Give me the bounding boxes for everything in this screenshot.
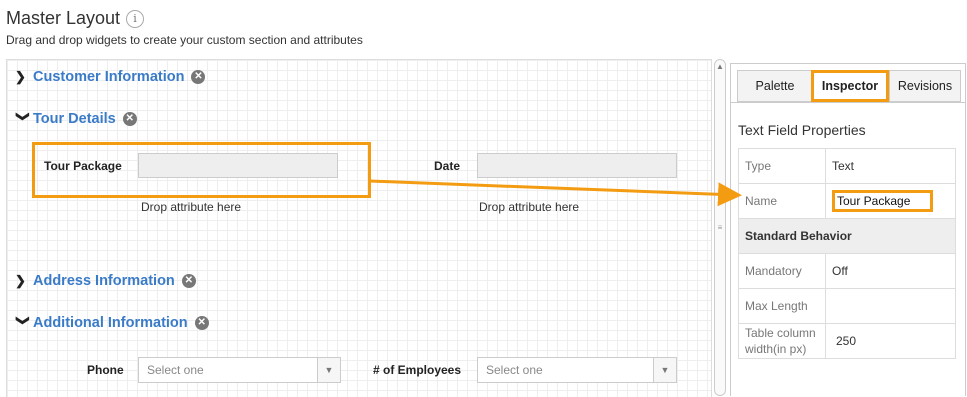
arrow-line [369, 179, 742, 207]
annotation-arrow [369, 179, 742, 207]
